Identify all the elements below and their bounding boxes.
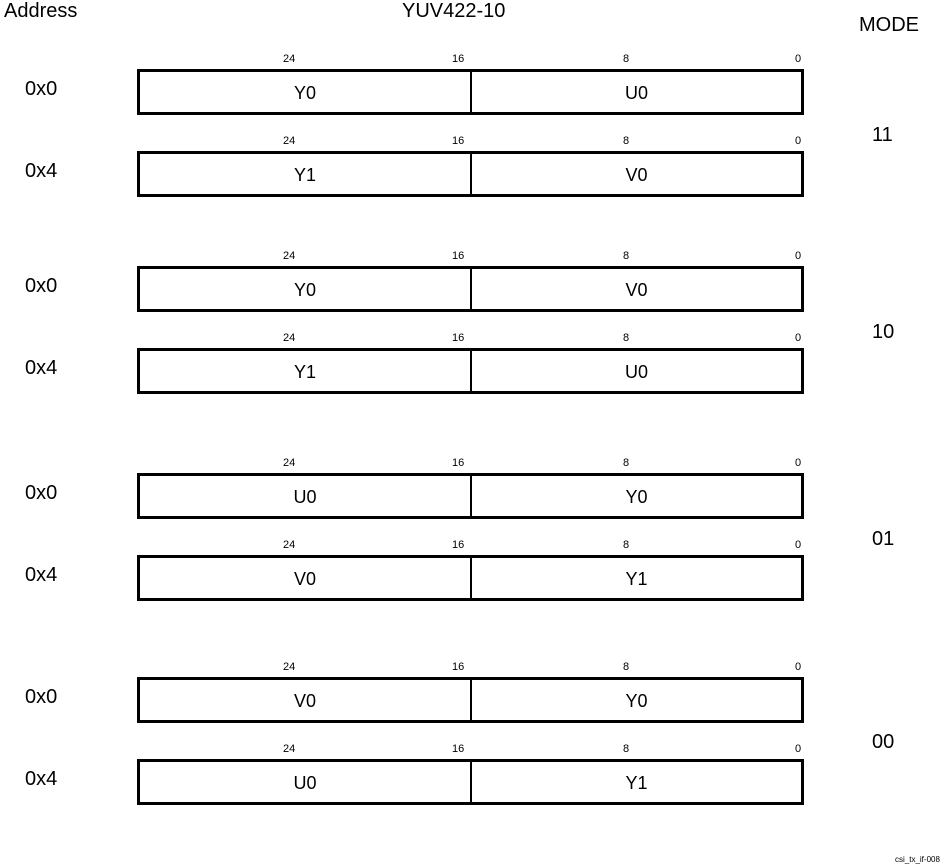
bit-label: 24 xyxy=(283,332,296,344)
bit-label: 0 xyxy=(795,743,802,755)
high-field: U0 xyxy=(293,773,317,793)
low-field: Y1 xyxy=(625,773,648,793)
bit-label: 16 xyxy=(452,53,465,65)
low-field: Y0 xyxy=(625,487,648,507)
mode-value: 00 xyxy=(872,731,895,753)
mode-value: 01 xyxy=(872,528,895,550)
bit-label: 8 xyxy=(623,661,630,673)
bit-label: 16 xyxy=(452,457,465,469)
low-field: U0 xyxy=(624,83,648,103)
address-label: 0x4 xyxy=(25,564,58,586)
address-label: 0x0 xyxy=(25,482,58,504)
high-field: U0 xyxy=(293,487,317,507)
address-label: 0x4 xyxy=(25,357,58,379)
figure-id: csi_tx_if-008 xyxy=(895,855,940,864)
bit-label: 0 xyxy=(795,53,802,65)
bit-label: 0 xyxy=(795,135,802,147)
bit-label: 8 xyxy=(623,250,630,262)
mode-value: 10 xyxy=(872,321,895,343)
register-box: Y1 U0 xyxy=(137,348,804,394)
address-label: 0x4 xyxy=(25,160,58,182)
bit-label: 24 xyxy=(283,53,296,65)
high-field: Y1 xyxy=(293,165,317,185)
bit-label: 8 xyxy=(623,332,630,344)
bit-label: 16 xyxy=(452,743,465,755)
bit-label: 8 xyxy=(623,457,630,469)
address-label: 0x0 xyxy=(25,686,58,708)
diagram: Address YUV422-10 MODE 24 16 8 0 0x0 Y0 U0 24 16… xyxy=(0,0,952,867)
address-header: Address xyxy=(4,0,78,22)
bit-label: 0 xyxy=(795,539,802,551)
bit-label: 8 xyxy=(623,743,630,755)
register-box: V0 Y1 xyxy=(137,555,804,601)
bit-label: 0 xyxy=(795,457,802,469)
low-field: V0 xyxy=(625,280,648,300)
bit-label: 16 xyxy=(452,135,465,147)
diagram-title: YUV422-10 xyxy=(402,0,506,22)
bit-label: 24 xyxy=(283,457,296,469)
bit-label: 0 xyxy=(795,332,802,344)
register-box: Y0 U0 xyxy=(137,69,804,115)
bit-label: 24 xyxy=(283,661,296,673)
low-field: U0 xyxy=(624,362,648,382)
low-field: Y0 xyxy=(625,691,648,711)
bit-label: 16 xyxy=(452,250,465,262)
address-label: 0x4 xyxy=(25,768,58,790)
register-box: Y1 V0 xyxy=(137,151,804,197)
bit-label: 16 xyxy=(452,332,465,344)
bit-label: 24 xyxy=(283,539,296,551)
low-field: V0 xyxy=(625,165,648,185)
bit-label: 24 xyxy=(283,743,296,755)
address-label: 0x0 xyxy=(25,78,58,100)
high-field: Y0 xyxy=(293,83,317,103)
high-field: V0 xyxy=(293,691,317,711)
low-field: Y1 xyxy=(625,569,648,589)
bit-label: 0 xyxy=(795,661,802,673)
bit-label: 0 xyxy=(795,250,802,262)
bit-label: 24 xyxy=(283,135,296,147)
register-box: Y0 V0 xyxy=(137,266,804,312)
bit-label: 8 xyxy=(623,539,630,551)
register-box: V0 Y0 xyxy=(137,677,804,723)
high-field: Y1 xyxy=(293,362,317,382)
bit-label: 8 xyxy=(623,53,630,65)
bit-label: 8 xyxy=(623,135,630,147)
mode-value: 11 xyxy=(872,124,893,146)
bit-label: 16 xyxy=(452,539,465,551)
register-box: U0 Y1 xyxy=(137,759,804,805)
register-box: U0 Y0 xyxy=(137,473,804,519)
high-field: V0 xyxy=(293,569,317,589)
bit-label: 16 xyxy=(452,661,465,673)
high-field: Y0 xyxy=(293,280,317,300)
mode-header: MODE xyxy=(859,14,919,36)
bit-label: 24 xyxy=(283,250,296,262)
address-label: 0x0 xyxy=(25,275,58,297)
